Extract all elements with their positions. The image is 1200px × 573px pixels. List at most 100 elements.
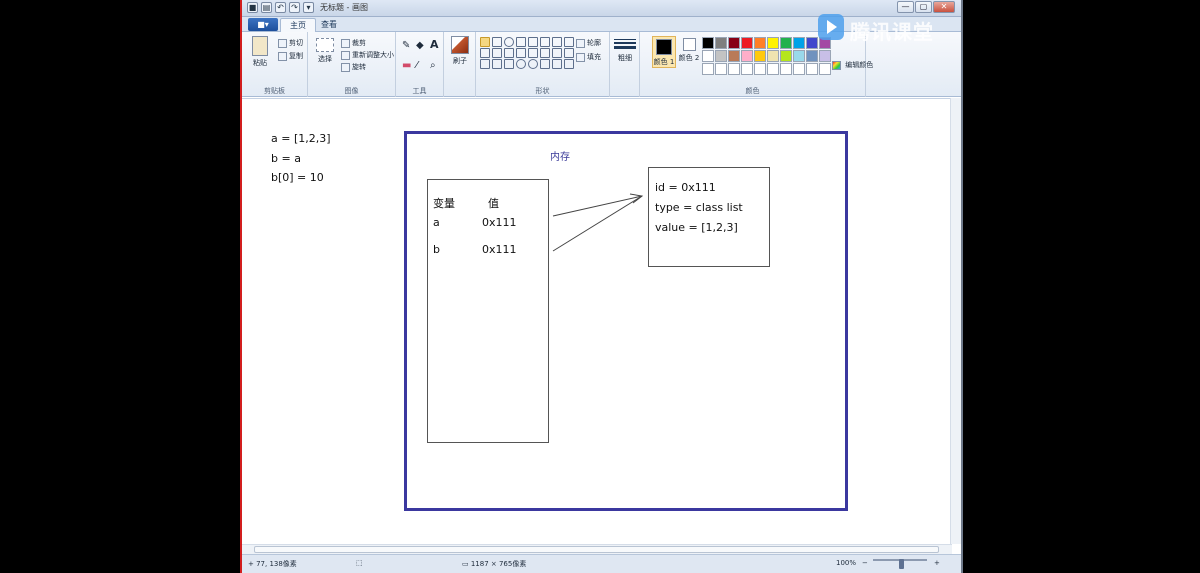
shapes-group: 轮廓 填充 形状 <box>476 32 610 97</box>
undo-icon[interactable]: ↶ <box>275 2 286 13</box>
color-swatch[interactable] <box>741 50 753 62</box>
color-swatch[interactable] <box>767 37 779 49</box>
crop-button[interactable]: 裁剪 <box>341 38 366 48</box>
shape-four-point-star-icon[interactable] <box>564 48 574 58</box>
minimize-button[interactable]: — <box>897 1 914 13</box>
shape-pentagon-icon[interactable] <box>492 48 502 58</box>
cut-button[interactable]: 剪切 <box>278 38 303 48</box>
shape-hexagon-icon[interactable] <box>504 48 514 58</box>
brushes-button[interactable]: 刷子 <box>449 36 471 66</box>
vertical-scrollbar[interactable] <box>950 98 961 544</box>
var-header-name: 变量 <box>433 197 455 210</box>
shape-curve-icon[interactable] <box>492 37 502 47</box>
color-swatch[interactable] <box>728 37 740 49</box>
quick-access-toolbar: ■ ▤ ↶ ↷ ▾ <box>247 2 314 13</box>
rotate-button[interactable]: 旋转 <box>341 62 366 72</box>
text-tool-button[interactable]: A <box>430 38 439 51</box>
app-menu-button[interactable]: ■▾ <box>248 18 278 31</box>
edit-colors-button[interactable]: 编辑颜色 <box>832 60 873 70</box>
horizontal-scroll-thumb[interactable] <box>254 546 939 553</box>
shape-triangle-icon[interactable] <box>552 37 562 47</box>
customize-icon[interactable]: ▾ <box>303 2 314 13</box>
color-swatch[interactable] <box>702 63 714 75</box>
shape-five-point-star-icon[interactable] <box>480 59 490 69</box>
color-swatch[interactable] <box>793 50 805 62</box>
color-swatch[interactable] <box>806 50 818 62</box>
color-swatch[interactable] <box>793 37 805 49</box>
color-swatch[interactable] <box>767 50 779 62</box>
shape-diamond-icon[interactable] <box>480 48 490 58</box>
code-line-2: b = a <box>271 152 301 165</box>
color2-button[interactable]: 颜色 2 <box>678 38 700 63</box>
color-swatch[interactable] <box>702 50 714 62</box>
shape-six-point-star-icon[interactable] <box>492 59 502 69</box>
maximize-button[interactable]: ▢ <box>915 1 932 13</box>
color-swatch[interactable] <box>780 50 792 62</box>
shape-right-triangle-icon[interactable] <box>564 37 574 47</box>
color-picker-button[interactable]: ⁄ <box>416 60 418 71</box>
shape-left-arrow-icon[interactable] <box>528 48 538 58</box>
shape-lightning-icon[interactable] <box>552 59 562 69</box>
zoom-slider-knob[interactable] <box>899 559 904 569</box>
close-button[interactable]: ✕ <box>933 1 955 13</box>
shape-rounded-rect-icon[interactable] <box>528 37 538 47</box>
paste-button[interactable]: 粘贴 <box>248 36 272 68</box>
color-swatch[interactable] <box>715 63 727 75</box>
color-swatch[interactable] <box>741 63 753 75</box>
color-swatch[interactable] <box>780 37 792 49</box>
magnifier-button[interactable]: ⌕ <box>430 60 436 71</box>
color-swatch[interactable] <box>780 63 792 75</box>
color-swatch[interactable] <box>728 50 740 62</box>
shape-more-icon[interactable] <box>564 59 574 69</box>
eraser-button[interactable]: ▬ <box>402 60 411 71</box>
shape-right-arrow-icon[interactable] <box>516 48 526 58</box>
outline-icon <box>576 38 585 48</box>
color1-button[interactable]: 颜色 1 <box>652 36 676 68</box>
tab-home[interactable]: 主页 <box>280 18 316 32</box>
zoom-out-button[interactable]: − <box>862 559 868 567</box>
redo-icon[interactable]: ↷ <box>289 2 300 13</box>
horizontal-scrollbar[interactable] <box>242 544 952 554</box>
color-swatch[interactable] <box>819 63 831 75</box>
shape-callout-rect-icon[interactable] <box>504 59 514 69</box>
fill-icon <box>576 52 585 62</box>
color-swatch[interactable] <box>793 63 805 75</box>
tools-group-label: 工具 <box>412 87 427 95</box>
color-swatch[interactable] <box>806 63 818 75</box>
fill-button[interactable]: ◆ <box>416 40 424 51</box>
color-swatch[interactable] <box>741 37 753 49</box>
tab-view[interactable]: 查看 <box>312 18 346 32</box>
pencil-button[interactable]: ✎ <box>402 40 410 51</box>
save-icon[interactable]: ▤ <box>261 2 272 13</box>
color-swatch[interactable] <box>715 50 727 62</box>
code-line-3: b[0] = 10 <box>271 171 324 184</box>
select-button[interactable]: 选择 <box>313 38 337 64</box>
status-bar: + 77, 138像素 ⬚ ▭ 1187 × 765像素 100% − + <box>242 554 961 573</box>
shape-rectangle-icon[interactable] <box>516 37 526 47</box>
shape-oval-icon[interactable] <box>504 37 514 47</box>
copy-button[interactable]: 复制 <box>278 51 303 61</box>
resize-button[interactable]: 重新调整大小 <box>341 50 394 60</box>
zoom-in-button[interactable]: + <box>934 559 940 567</box>
color-swatch[interactable] <box>754 50 766 62</box>
fill-shape-button[interactable]: 填充 <box>576 52 601 62</box>
color-swatch[interactable] <box>715 37 727 49</box>
shape-cloud-icon[interactable] <box>528 59 538 69</box>
color-swatch[interactable] <box>767 63 779 75</box>
color-swatch[interactable] <box>754 37 766 49</box>
brushes-label: 刷子 <box>453 57 467 65</box>
shape-line-icon[interactable] <box>480 37 490 47</box>
shape-heart-icon[interactable] <box>540 59 550 69</box>
size-button[interactable]: 粗细 <box>614 38 636 63</box>
shape-callout-oval-icon[interactable] <box>516 59 526 69</box>
color-swatch[interactable] <box>702 37 714 49</box>
paint-app-icon[interactable]: ■ <box>247 2 258 13</box>
color-swatch[interactable] <box>819 50 831 62</box>
color-swatch[interactable] <box>754 63 766 75</box>
color-swatch[interactable] <box>806 37 818 49</box>
shape-polygon-icon[interactable] <box>540 37 550 47</box>
color-swatch[interactable] <box>728 63 740 75</box>
shape-up-arrow-icon[interactable] <box>540 48 550 58</box>
outline-button[interactable]: 轮廓 <box>576 38 601 48</box>
shape-down-arrow-icon[interactable] <box>552 48 562 58</box>
